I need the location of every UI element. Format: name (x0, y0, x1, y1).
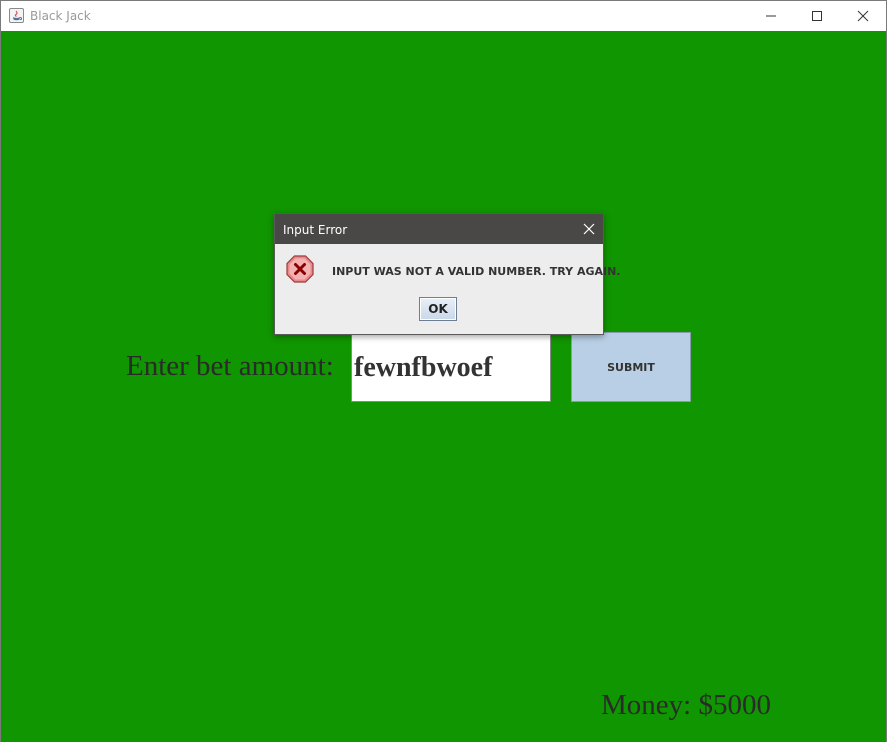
close-icon (583, 223, 595, 235)
window-titlebar[interactable]: Black Jack (1, 1, 886, 31)
dialog-close-button[interactable] (575, 214, 603, 244)
java-app-icon (9, 8, 24, 23)
close-window-button[interactable] (840, 1, 886, 31)
ok-button[interactable]: OK (419, 297, 457, 321)
minimize-button[interactable] (748, 1, 794, 31)
money-label: Money: $5000 (601, 689, 771, 721)
maximize-icon (812, 11, 822, 21)
maximize-button[interactable] (794, 1, 840, 31)
dialog-titlebar[interactable]: Input Error (275, 214, 603, 244)
window-title: Black Jack (30, 9, 91, 23)
submit-button[interactable]: SUBMIT (571, 332, 691, 402)
error-stop-icon (286, 255, 314, 283)
bet-amount-input[interactable] (351, 334, 551, 402)
close-icon (857, 10, 869, 22)
input-error-dialog: Input Error INPUT WAS NOT A VALID NUMBER… (274, 213, 620, 335)
game-table: Enter bet amount: SUBMIT Money: $5000 (1, 31, 886, 742)
minimize-icon (766, 15, 776, 17)
error-message: INPUT WAS NOT A VALID NUMBER. TRY AGAIN. (332, 265, 621, 278)
bet-amount-label: Enter bet amount: (126, 350, 334, 382)
dialog-title: Input Error (283, 223, 348, 237)
black-jack-window: Black Jack Enter bet amount: SUBMIT Mone… (0, 0, 887, 742)
